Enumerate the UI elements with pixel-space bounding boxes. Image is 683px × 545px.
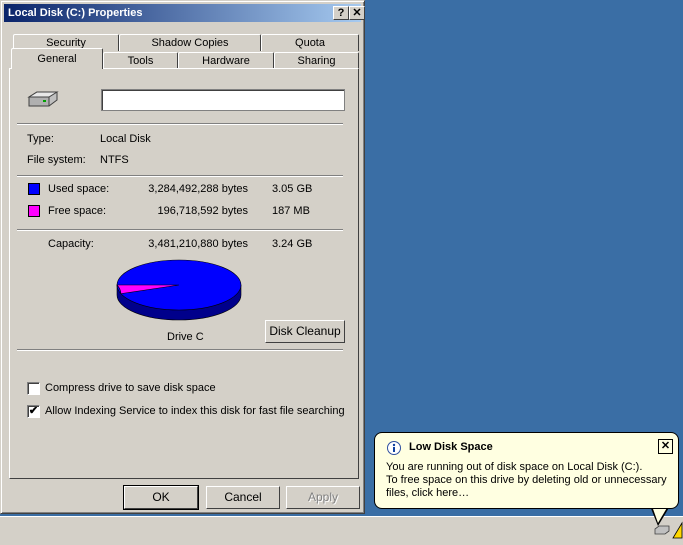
balloon-message-line: You are running out of disk space on Loc… [386,461,643,473]
type-value: Local Disk [100,133,151,145]
file-system-value: NTFS [100,154,129,166]
info-icon [387,441,401,455]
close-button[interactable]: ✕ [349,6,365,20]
tab-hardware[interactable]: Hardware [178,52,274,69]
dialog-title: Local Disk (C:) Properties [8,7,143,19]
free-space-size: 187 MB [272,205,310,217]
type-label: Type: [27,133,54,145]
disk-usage-pie-chart [116,259,242,321]
tab-shadow-copies[interactable]: Shadow Copies [119,34,261,51]
used-space-size: 3.05 GB [272,183,313,195]
compress-checkbox[interactable] [27,382,40,395]
separator [17,229,343,231]
warning-icon[interactable] [672,521,683,539]
tab-general[interactable]: General [11,48,103,69]
disk-cleanup-button[interactable]: Disk Cleanup [265,320,345,343]
balloon-message-line: To free space on this drive by deleting … [386,474,667,486]
balloon-title: Low Disk Space [409,441,493,453]
capacity-label: Capacity: [48,238,94,250]
help-button[interactable]: ? [333,6,349,20]
free-space-swatch [28,205,40,217]
cancel-button[interactable]: Cancel [206,486,280,509]
tab-tools[interactable]: Tools [103,52,178,69]
index-label[interactable]: Allow Indexing Service to index this dis… [45,405,345,417]
taskbar [0,516,683,545]
separator [17,123,343,125]
used-space-bytes: 3,284,492,288 bytes [148,183,248,195]
compress-label[interactable]: Compress drive to save disk space [45,382,216,394]
title-bar[interactable]: Local Disk (C:) Properties ? ✕ [4,4,365,22]
apply-button[interactable]: Apply [286,486,360,509]
index-checkbox[interactable]: ✔ [27,405,40,418]
used-space-label: Used space: [48,183,110,195]
balloon-message-line: files, click here… [386,487,470,499]
tab-sharing[interactable]: Sharing [274,52,359,69]
free-space-label: Free space: [48,205,107,217]
capacity-bytes: 3,481,210,880 bytes [148,238,248,250]
capacity-size: 3.24 GB [272,238,313,250]
used-space-swatch [28,183,40,195]
free-space-bytes: 196,718,592 bytes [157,205,248,217]
balloon-close-button[interactable]: ✕ [658,439,673,454]
ok-button[interactable]: OK [123,485,199,510]
drive-label: Drive C [167,331,204,343]
tab-quota[interactable]: Quota [261,34,359,51]
volume-label-input[interactable] [101,89,345,111]
separator [17,349,343,351]
separator [17,175,343,177]
low-disk-space-balloon[interactable]: Low Disk Space ✕ You are running out of … [374,432,679,509]
properties-dialog: Local Disk (C:) Properties ? ✕ Security … [0,0,365,514]
file-system-label: File system: [27,154,86,166]
hard-drive-icon [27,89,59,109]
